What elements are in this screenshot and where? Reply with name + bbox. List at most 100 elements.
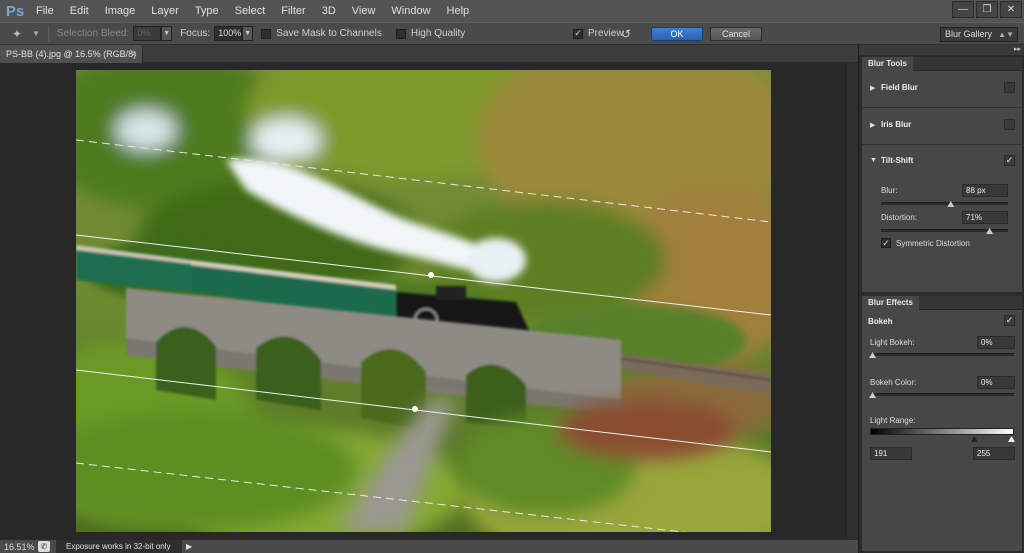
pin-tool-icon[interactable]: ✦	[12, 26, 30, 42]
tab-blur-tools[interactable]: Blur Tools	[862, 57, 913, 71]
menu-layer[interactable]: Layer	[143, 0, 187, 22]
expand-arrow-icon[interactable]: ▶	[870, 121, 875, 129]
high-quality-option[interactable]: High Quality	[395, 28, 469, 39]
field-blur-row[interactable]: ▶ Field Blur	[862, 71, 1022, 108]
light-range-high-thumb[interactable]	[1008, 436, 1015, 442]
bokeh-color-label: Bokeh Color:	[870, 378, 917, 387]
workspace-value: Blur Gallery	[945, 29, 993, 39]
menu-window[interactable]: Window	[383, 0, 438, 22]
restore-icon[interactable]: ❐	[976, 1, 998, 18]
collapse-panels-icon[interactable]: ▸▸	[859, 45, 1024, 55]
symmetric-distortion-checkbox[interactable]: ✓	[881, 238, 891, 248]
distortion-label: Distortion:	[881, 213, 918, 222]
workspace-select[interactable]: Blur Gallery ▲▼	[940, 27, 1018, 42]
save-mask-checkbox[interactable]	[261, 28, 272, 39]
menu-filter[interactable]: Filter	[273, 0, 313, 22]
menu-3d[interactable]: 3D	[314, 0, 344, 22]
options-bar: ✦ ▼ Selection Bleed: 0% ▼ Focus: 100% ▼ …	[0, 22, 1024, 45]
iris-blur-title: Iris Blur	[881, 120, 912, 129]
blur-effects-tabbar: Blur Effects	[862, 296, 1022, 310]
menu-select[interactable]: Select	[227, 0, 274, 22]
blur-tools-panel: Blur Tools ▶ Field Blur ▶ Iris Blur ▼ Ti…	[862, 57, 1022, 292]
tilt-shift-checkbox[interactable]: ✓	[1004, 155, 1015, 166]
menu-file[interactable]: File	[28, 0, 62, 22]
focus-dropdown-icon[interactable]: ▼	[242, 26, 254, 41]
tilt-shift-photo	[76, 70, 771, 532]
status-menu-icon[interactable]: ▶	[186, 542, 192, 551]
close-tab-icon[interactable]: ×	[132, 45, 137, 63]
minimize-icon[interactable]: —	[952, 1, 974, 18]
right-panel-column: ▸▸ Blur Tools ▶ Field Blur ▶ Iris Blur ▼…	[858, 45, 1024, 553]
light-bokeh-input[interactable]: 0%	[977, 336, 1015, 349]
rotate-handle-bottom[interactable]	[412, 406, 418, 412]
selection-bleed-dropdown-icon[interactable]: ▼	[161, 26, 173, 41]
cancel-button[interactable]: Cancel	[710, 27, 762, 41]
save-mask-label: Save Mask to Channels	[276, 28, 382, 39]
photoshop-logo: Ps	[5, 2, 25, 20]
menu-image[interactable]: Image	[97, 0, 144, 22]
save-mask-option[interactable]: Save Mask to Channels	[261, 28, 386, 39]
divider	[47, 25, 49, 42]
vertical-scrollbar[interactable]	[846, 63, 858, 539]
chevron-down-icon: ▲▼	[998, 30, 1014, 39]
selection-bleed-input[interactable]: 0%	[133, 26, 162, 41]
bokeh-color-input[interactable]: 0%	[977, 376, 1015, 389]
status-message: Exposure works in 32-bit only	[56, 540, 182, 553]
menu-help[interactable]: Help	[439, 0, 478, 22]
preview-label: Preview	[588, 28, 624, 39]
expand-arrow-icon[interactable]: ▶	[870, 84, 875, 92]
document-tab[interactable]: PS-BB (4).jpg @ 16.5% (RGB/8) ×	[0, 45, 143, 63]
iris-blur-checkbox[interactable]	[1004, 119, 1015, 130]
tilt-shift-title: Tilt-Shift	[881, 156, 914, 165]
menu-bar: Ps File Edit Image Layer Type Select Fil…	[0, 0, 1024, 22]
blur-label: Blur:	[881, 186, 898, 195]
symmetric-distortion-option[interactable]: ✓ Symmetric Distortion	[881, 238, 970, 248]
photoshop-window: Ps File Edit Image Layer Type Select Fil…	[0, 0, 1024, 553]
menu-view[interactable]: View	[344, 0, 384, 22]
zoom-level[interactable]: 16.51%	[0, 542, 35, 552]
light-range-low-thumb[interactable]	[971, 436, 978, 442]
close-icon[interactable]: ✕	[1000, 1, 1022, 18]
high-quality-checkbox[interactable]	[395, 28, 406, 39]
document-image[interactable]	[76, 70, 771, 532]
document-tab-bar: PS-BB (4).jpg @ 16.5% (RGB/8) ×	[0, 45, 858, 63]
light-range-label: Light Range:	[870, 416, 916, 425]
blur-effects-panel: Blur Effects Bokeh ✓ Light Bokeh: 0% Bok…	[862, 296, 1022, 551]
bokeh-section: Bokeh ✓ Light Bokeh: 0% Bokeh Color: 0% …	[862, 310, 1022, 550]
light-range-low-input[interactable]: 191	[870, 447, 912, 460]
rotate-handle-top[interactable]	[428, 272, 434, 278]
preview-checkbox[interactable]: ✓	[573, 28, 583, 39]
blur-amount-input[interactable]: 88 px	[962, 184, 1008, 197]
field-blur-title: Field Blur	[881, 83, 918, 92]
symmetric-distortion-label: Symmetric Distortion	[896, 238, 970, 248]
tool-preset-caret-icon[interactable]: ▼	[32, 29, 40, 38]
window-controls: — ❐ ✕	[952, 1, 1022, 18]
reset-pins-icon[interactable]: ↺	[621, 27, 631, 41]
collapse-arrow-icon[interactable]: ▼	[870, 157, 877, 164]
status-bar: 16.51% ✆ Exposure works in 32-bit only ▶	[0, 539, 858, 553]
distortion-input[interactable]: 71%	[962, 211, 1008, 224]
ok-button[interactable]: OK	[651, 27, 703, 41]
document-info-icon[interactable]: ✆	[38, 541, 50, 552]
tab-blur-effects[interactable]: Blur Effects	[862, 296, 919, 310]
menu-edit[interactable]: Edit	[62, 0, 97, 22]
focus-input[interactable]: 100%	[214, 26, 243, 41]
bokeh-checkbox[interactable]: ✓	[1004, 315, 1015, 326]
field-blur-checkbox[interactable]	[1004, 82, 1015, 93]
document-tab-title: PS-BB (4).jpg @ 16.5% (RGB/8)	[6, 49, 137, 59]
light-bokeh-slider-track[interactable]	[870, 353, 1014, 356]
light-range-high-input[interactable]: 255	[973, 447, 1015, 460]
preview-option[interactable]: ✓ Preview	[573, 28, 628, 39]
light-range-gradient[interactable]	[870, 428, 1014, 435]
light-bokeh-label: Light Bokeh:	[870, 338, 915, 347]
bokeh-color-slider-track[interactable]	[870, 393, 1014, 396]
focus-label: Focus:	[180, 28, 211, 39]
selection-bleed-label: Selection Bleed:	[56, 28, 130, 39]
menu-type[interactable]: Type	[187, 0, 227, 22]
bokeh-title: Bokeh	[868, 317, 893, 326]
blur-tools-tabbar: Blur Tools	[862, 57, 1022, 71]
tilt-shift-section: ▼ Tilt-Shift ✓ Blur: 88 px Distortion: 7…	[862, 145, 1022, 290]
blur-slider-track[interactable]	[881, 202, 1008, 205]
iris-blur-row[interactable]: ▶ Iris Blur	[862, 108, 1022, 145]
high-quality-label: High Quality	[410, 28, 466, 39]
